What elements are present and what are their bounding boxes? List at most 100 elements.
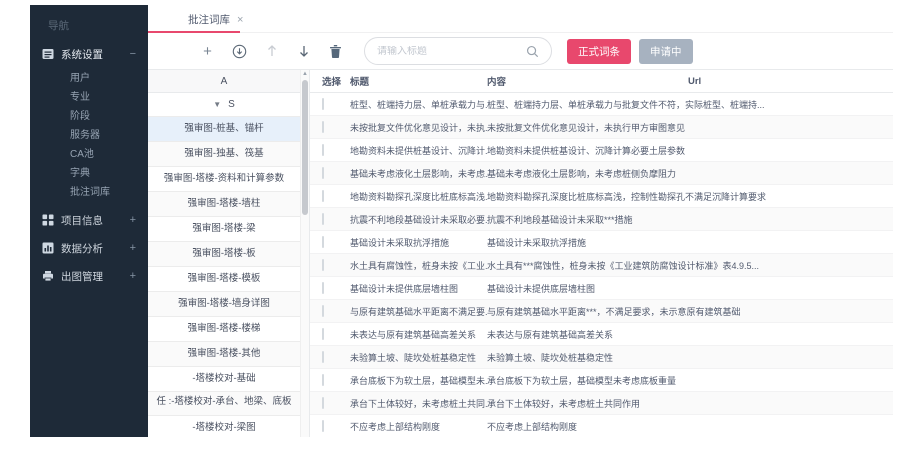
sidebar-submenu-item[interactable]: 阶段 (30, 107, 148, 126)
row-checkbox[interactable] (322, 397, 324, 409)
nav-search-input[interactable]: 导航 (48, 18, 148, 33)
row-checkbox[interactable] (322, 98, 324, 110)
sidebar-submenu-item[interactable]: 服务器 (30, 126, 148, 145)
search-box[interactable] (364, 37, 552, 65)
sidebar-section-data-analysis[interactable]: 数据分析 + (30, 234, 148, 262)
expand-icon[interactable]: + (130, 214, 136, 226)
category-list-item[interactable]: 强审图-塔楼-资料和计算参数 (148, 167, 300, 192)
table-row[interactable]: 地勘资料勘探孔深度比桩底标高浅... 地勘资料勘探孔深度比桩底标高浅，控制性勘探… (310, 185, 893, 208)
search-icon[interactable] (526, 45, 539, 58)
category-list-item[interactable]: 任 :-塔楼校对-承台、地梁、底板 (148, 392, 300, 416)
toolbar: + 正式词条 申请中 (148, 33, 893, 69)
tab-close-icon[interactable]: × (237, 14, 243, 26)
category-list-item[interactable]: 强审图-塔楼-其他 (148, 342, 300, 367)
scroll-up-icon[interactable]: ▲ (301, 70, 309, 79)
category-scrollbar[interactable]: ▲ (300, 70, 309, 437)
table-row[interactable]: 未表达与原有建筑基础高差关系 未表达与原有建筑基础高差关系 (310, 323, 893, 346)
category-list-item[interactable]: 强审图-塔楼-板 (148, 242, 300, 267)
row-checkbox[interactable] (322, 144, 324, 156)
category-list-item[interactable]: 强审图-塔楼-梁 (148, 217, 300, 242)
row-checkbox[interactable] (322, 420, 324, 432)
row-checkbox[interactable] (322, 121, 324, 133)
row-checkbox[interactable] (322, 190, 324, 202)
sidebar-submenu-item[interactable]: 用户 (30, 69, 148, 88)
scrollbar-thumb[interactable] (302, 80, 308, 215)
add-icon[interactable]: + (200, 44, 215, 59)
row-content-cell: 基础未考虑液化土层影响，未考虑桩侧负摩阻力 (487, 167, 688, 180)
table-row[interactable]: 承台下土体较好，未考虑桩土共同... 承台下土体较好，未考虑桩土共同作用 (310, 392, 893, 415)
category-group-header-a[interactable]: A (148, 70, 300, 93)
category-group-s[interactable]: ▼S (148, 93, 300, 117)
table-row[interactable]: 基础设计未采取抗浮措施 基础设计未采取抗浮措施 (310, 231, 893, 254)
row-title-cell: 抗震不利地段基础设计未采取必要... (350, 213, 487, 226)
row-checkbox[interactable] (322, 351, 324, 363)
pending-application-button[interactable]: 申请中 (639, 39, 693, 64)
table-row[interactable]: 基础未考虑液化土层影响，未考虑... 基础未考虑液化土层影响，未考虑桩侧负摩阻力 (310, 162, 893, 185)
table-row[interactable]: 水土具有腐蚀性，桩身未按《工业... 水土具有***腐蚀性，桩身未按《工业建筑防… (310, 254, 893, 277)
category-list-item[interactable]: 强审图-塔楼-墙身详图 (148, 292, 300, 317)
table-row[interactable]: 承台底板下为软土层，基础模型未... 承台底板下为软土层，基础模型未考虑底板重量 (310, 369, 893, 392)
category-list-item[interactable]: 强审图-桩基、锚杆 (148, 117, 300, 142)
search-input[interactable] (377, 46, 526, 57)
arrow-up-icon[interactable] (264, 44, 279, 59)
row-content-cell: 地勘资料勘探孔深度比桩底标高浅，控制性勘探孔不满足沉降计算要求 (487, 190, 688, 203)
collapse-icon[interactable]: − (130, 48, 136, 60)
table-row[interactable]: 与原有建筑基础水平距离不满足要... 与原有建筑基础水平距离***，不满足要求，… (310, 300, 893, 323)
row-checkbox[interactable] (322, 167, 324, 179)
table-row[interactable]: 桩型、桩端持力层、单桩承载力与... 桩型、桩端持力层、单桩承载力与批复文件不符… (310, 93, 893, 116)
row-checkbox[interactable] (322, 374, 324, 386)
expand-icon[interactable]: + (130, 242, 136, 254)
grid-icon (42, 214, 54, 226)
sidebar-submenu-item[interactable]: 专业 (30, 88, 148, 107)
sidebar-section-project-info[interactable]: 项目信息 + (30, 206, 148, 234)
arrow-down-icon[interactable] (296, 44, 311, 59)
table-row[interactable]: 抗震不利地段基础设计未采取必要... 抗震不利地段基础设计未采取***措施 (310, 208, 893, 231)
bar-chart-icon (42, 242, 54, 254)
category-list-item[interactable]: 强审图-塔楼-楼梯 (148, 317, 300, 342)
expand-icon[interactable]: + (130, 270, 136, 282)
printer-icon (42, 270, 54, 282)
row-title-cell: 与原有建筑基础水平距离不满足要... (350, 305, 487, 318)
table-row[interactable]: 基础设计未提供底层墙柱图 基础设计未提供底层墙柱图 (310, 277, 893, 300)
official-terms-button[interactable]: 正式词条 (567, 39, 631, 64)
category-list-item[interactable]: 强审图-塔楼-模板 (148, 267, 300, 292)
tab-annotation-lexicon[interactable]: 批注词库 × (188, 12, 243, 27)
row-title-cell: 未验算土坡、陡坎处桩基稳定性 (350, 351, 487, 364)
sidebar-section-drawing-management[interactable]: 出图管理 + (30, 262, 148, 290)
download-circle-icon[interactable] (232, 44, 247, 59)
row-title-cell: 未表达与原有建筑基础高差关系 (350, 328, 487, 341)
row-title-cell: 桩型、桩端持力层、单桩承载力与... (350, 98, 487, 111)
row-content-cell: 抗震不利地段基础设计未采取***措施 (487, 213, 688, 226)
column-header-select: 选择 (310, 74, 350, 88)
category-list-item[interactable]: 强审图-独基、筏基 (148, 142, 300, 167)
content-area: A ▼S 强审图-桩基、锚杆强审图-独基、筏基强审图-塔楼-资料和计算参数强审图… (148, 69, 893, 437)
table-row[interactable]: 未验算土坡、陡坎处桩基稳定性 未验算土坡、陡坎处桩基稳定性 (310, 346, 893, 369)
row-content-cell: 基础设计未采取抗浮措施 (487, 236, 688, 249)
table-row[interactable]: 未按批复文件优化意见设计，未执... 未按批复文件优化意见设计，未执行甲方审图意… (310, 116, 893, 139)
row-checkbox[interactable] (322, 236, 324, 248)
trash-icon[interactable] (328, 44, 343, 59)
table-row[interactable]: 不应考虑上部结构刚度 不应考虑上部结构刚度 (310, 415, 893, 437)
category-list-item[interactable]: -塔楼校对-基础 (148, 367, 300, 392)
sidebar-submenu-item[interactable]: CA池 (30, 145, 148, 164)
table-header-row: 选择 标题 内容 Url (310, 70, 893, 93)
category-group-label: S (228, 99, 235, 110)
sidebar-section-system-settings[interactable]: 系统设置 − (30, 42, 148, 66)
category-list-item[interactable]: 强审图-塔楼-墙柱 (148, 192, 300, 217)
table-row[interactable]: 地勘资料未提供桩基设计、沉降计... 地勘资料未提供桩基设计、沉降计算必要土层参… (310, 139, 893, 162)
category-list-item[interactable]: -塔楼校对-梁图 (148, 416, 300, 437)
row-title-cell: 不应考虑上部结构刚度 (350, 420, 487, 433)
sidebar-submenu-item[interactable]: 批注词库 (30, 183, 148, 202)
sidebar-submenu-item[interactable]: 字典 (30, 164, 148, 183)
row-checkbox[interactable] (322, 213, 324, 225)
row-checkbox[interactable] (322, 282, 324, 294)
row-checkbox[interactable] (322, 259, 324, 271)
active-tab-indicator (148, 31, 240, 33)
row-title-cell: 基础设计未提供底层墙柱图 (350, 282, 487, 295)
row-content-cell: 承台底板下为软土层，基础模型未考虑底板重量 (487, 374, 688, 387)
row-content-cell: 水土具有***腐蚀性，桩身未按《工业建筑防腐蚀设计标准》表4.9.5... (487, 259, 688, 272)
sidebar-section-label: 系统设置 (61, 47, 103, 62)
row-title-cell: 水土具有腐蚀性，桩身未按《工业... (350, 259, 487, 272)
row-checkbox[interactable] (322, 328, 324, 340)
row-checkbox[interactable] (322, 305, 324, 317)
